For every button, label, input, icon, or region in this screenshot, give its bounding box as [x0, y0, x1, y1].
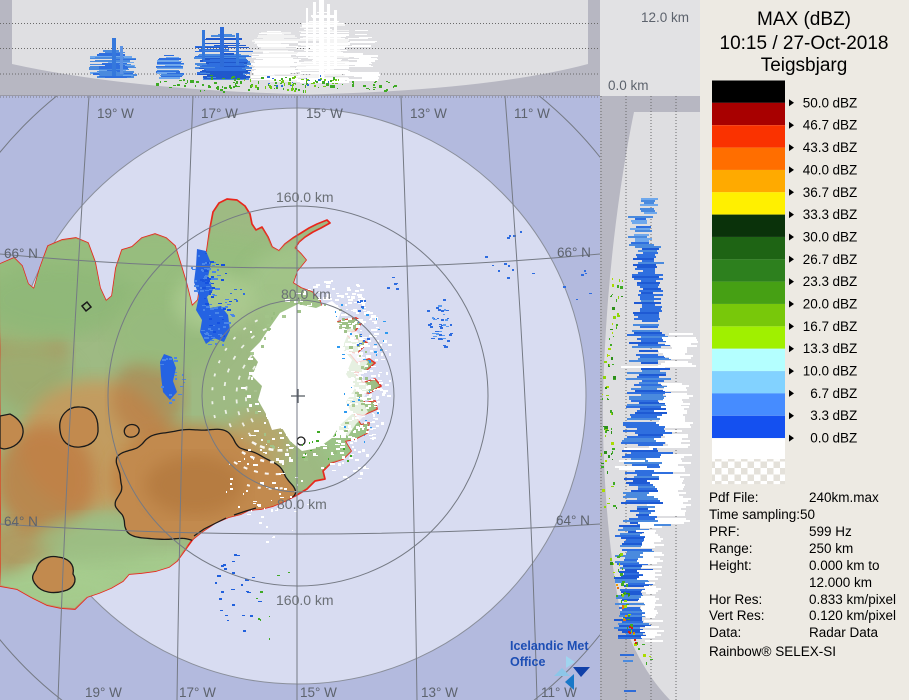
svg-text:dBZ: dBZ — [833, 319, 858, 334]
svg-text:Rainbow® SELEX-SI: Rainbow® SELEX-SI — [709, 644, 836, 659]
svg-text:40.0: 40.0 — [803, 162, 829, 177]
svg-text:dBZ: dBZ — [833, 162, 858, 177]
svg-text:19° W: 19° W — [85, 685, 122, 700]
svg-text:50.0: 50.0 — [803, 95, 829, 110]
svg-text:12.000 km: 12.000 km — [809, 575, 872, 590]
svg-text:dBZ: dBZ — [833, 140, 858, 155]
svg-text:250 km: 250 km — [809, 541, 853, 556]
svg-text:13.3: 13.3 — [803, 341, 829, 356]
svg-text:0.833 km/pixel: 0.833 km/pixel — [809, 592, 896, 607]
svg-text:dBZ: dBZ — [833, 274, 858, 289]
svg-text:dBZ: dBZ — [833, 431, 858, 446]
svg-text:dBZ: dBZ — [833, 364, 858, 379]
svg-text:64° N: 64° N — [556, 513, 590, 528]
svg-text:13° W: 13° W — [410, 106, 447, 121]
svg-text:0.0: 0.0 — [810, 431, 829, 446]
svg-text:Height:: Height: — [709, 558, 752, 573]
svg-text:dBZ: dBZ — [833, 118, 858, 133]
svg-text:Pdf File:: Pdf File: — [709, 490, 759, 505]
svg-text:80.0 km: 80.0 km — [281, 286, 331, 302]
svg-text:12.0 km: 12.0 km — [641, 10, 689, 25]
svg-text:66° N: 66° N — [4, 246, 38, 261]
svg-text:36.7: 36.7 — [803, 185, 829, 200]
svg-text:64° N: 64° N — [4, 514, 38, 529]
svg-text:11° W: 11° W — [514, 106, 550, 121]
svg-text:PRF:: PRF: — [709, 524, 740, 539]
svg-text:80.0 km: 80.0 km — [277, 496, 327, 512]
svg-text:6.7: 6.7 — [810, 386, 829, 401]
svg-text:MAX (dBZ): MAX (dBZ) — [757, 9, 851, 30]
svg-text:Icelandic Met: Icelandic Met — [510, 639, 589, 653]
svg-text:30.0: 30.0 — [803, 230, 829, 245]
svg-text:dBZ: dBZ — [833, 207, 858, 222]
svg-text:599 Hz: 599 Hz — [809, 524, 852, 539]
svg-text:0.120 km/pixel: 0.120 km/pixel — [809, 608, 896, 623]
svg-text:240km.max: 240km.max — [809, 490, 879, 505]
svg-text:23.3: 23.3 — [803, 274, 829, 289]
svg-text:dBZ: dBZ — [833, 252, 858, 267]
svg-text:66° N: 66° N — [557, 245, 591, 260]
svg-text:10:15 / 27-Oct-2018: 10:15 / 27-Oct-2018 — [720, 33, 889, 54]
svg-text:dBZ: dBZ — [833, 408, 858, 423]
svg-text:Data:: Data: — [709, 625, 741, 640]
svg-text:Hor Res:: Hor Res: — [709, 592, 762, 607]
svg-text:19° W: 19° W — [97, 106, 134, 121]
svg-text:Office: Office — [510, 655, 545, 669]
svg-text:160.0 km: 160.0 km — [276, 592, 334, 608]
svg-text:20.0: 20.0 — [803, 297, 829, 312]
svg-text:26.7: 26.7 — [803, 252, 829, 267]
svg-text:43.3: 43.3 — [803, 140, 829, 155]
svg-text:dBZ: dBZ — [833, 297, 858, 312]
svg-text:dBZ: dBZ — [833, 95, 858, 110]
svg-text:0.0 km: 0.0 km — [608, 78, 649, 93]
svg-text:160.0 km: 160.0 km — [276, 189, 334, 205]
svg-text:Range:: Range: — [709, 541, 753, 556]
svg-text:dBZ: dBZ — [833, 341, 858, 356]
svg-text:10.0: 10.0 — [803, 364, 829, 379]
svg-text:Vert Res:: Vert Res: — [709, 608, 765, 623]
svg-text:16.7: 16.7 — [803, 319, 829, 334]
svg-text:dBZ: dBZ — [833, 230, 858, 245]
svg-text:33.3: 33.3 — [803, 207, 829, 222]
svg-text:dBZ: dBZ — [833, 185, 858, 200]
svg-text:Time sampling:50: Time sampling:50 — [709, 507, 815, 522]
svg-text:3.3: 3.3 — [810, 408, 829, 423]
svg-text:17° W: 17° W — [201, 106, 238, 121]
svg-text:Radar Data: Radar Data — [809, 625, 879, 640]
svg-text:13° W: 13° W — [421, 685, 458, 700]
svg-text:15° W: 15° W — [300, 685, 337, 700]
svg-text:Teigsbjarg: Teigsbjarg — [761, 55, 848, 76]
svg-text:dBZ: dBZ — [833, 386, 858, 401]
svg-text:15° W: 15° W — [306, 106, 343, 121]
svg-text:46.7: 46.7 — [803, 118, 829, 133]
svg-text:0.000 km to: 0.000 km to — [809, 558, 880, 573]
svg-text:17° W: 17° W — [179, 685, 216, 700]
